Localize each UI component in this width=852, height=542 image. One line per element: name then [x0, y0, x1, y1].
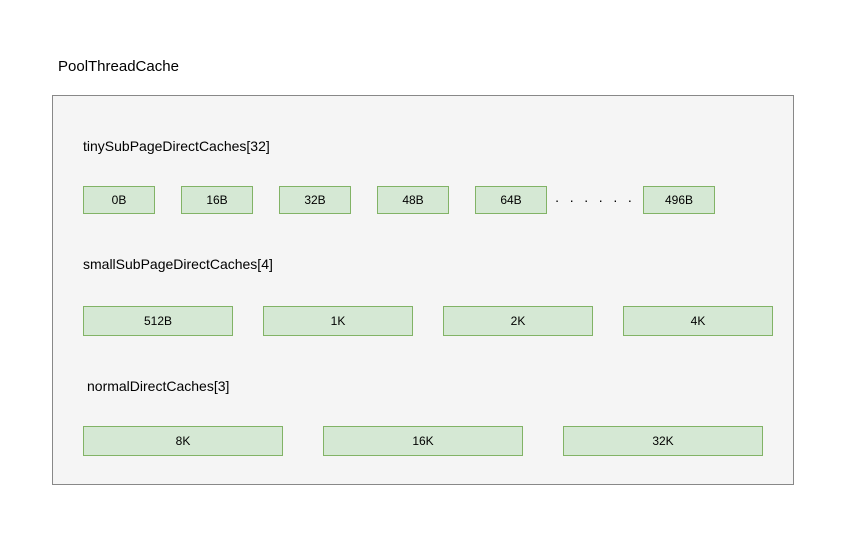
small-cell: 1K: [263, 306, 413, 336]
normal-cell: 32K: [563, 426, 763, 456]
pool-cache-container: tinySubPageDirectCaches[32] 0B 16B 32B 4…: [52, 95, 794, 485]
diagram-title: PoolThreadCache: [58, 58, 179, 75]
small-row: 512B 1K 2K 4K: [83, 306, 773, 336]
tiny-ellipsis: · · · · · ·: [547, 192, 643, 208]
normal-section-label: normalDirectCaches[3]: [87, 378, 229, 394]
tiny-section-label: tinySubPageDirectCaches[32]: [83, 138, 270, 154]
small-cell: 512B: [83, 306, 233, 336]
tiny-cell-last: 496B: [643, 186, 715, 214]
normal-cell: 16K: [323, 426, 523, 456]
tiny-cell: 16B: [181, 186, 253, 214]
tiny-cell: 64B: [475, 186, 547, 214]
small-cell: 4K: [623, 306, 773, 336]
normal-row: 8K 16K 32K: [83, 426, 763, 456]
tiny-cell: 48B: [377, 186, 449, 214]
tiny-cell: 0B: [83, 186, 155, 214]
small-cell: 2K: [443, 306, 593, 336]
tiny-row: 0B 16B 32B 48B 64B · · · · · · 496B: [83, 186, 715, 214]
small-section-label: smallSubPageDirectCaches[4]: [83, 256, 273, 272]
tiny-cell: 32B: [279, 186, 351, 214]
normal-cell: 8K: [83, 426, 283, 456]
